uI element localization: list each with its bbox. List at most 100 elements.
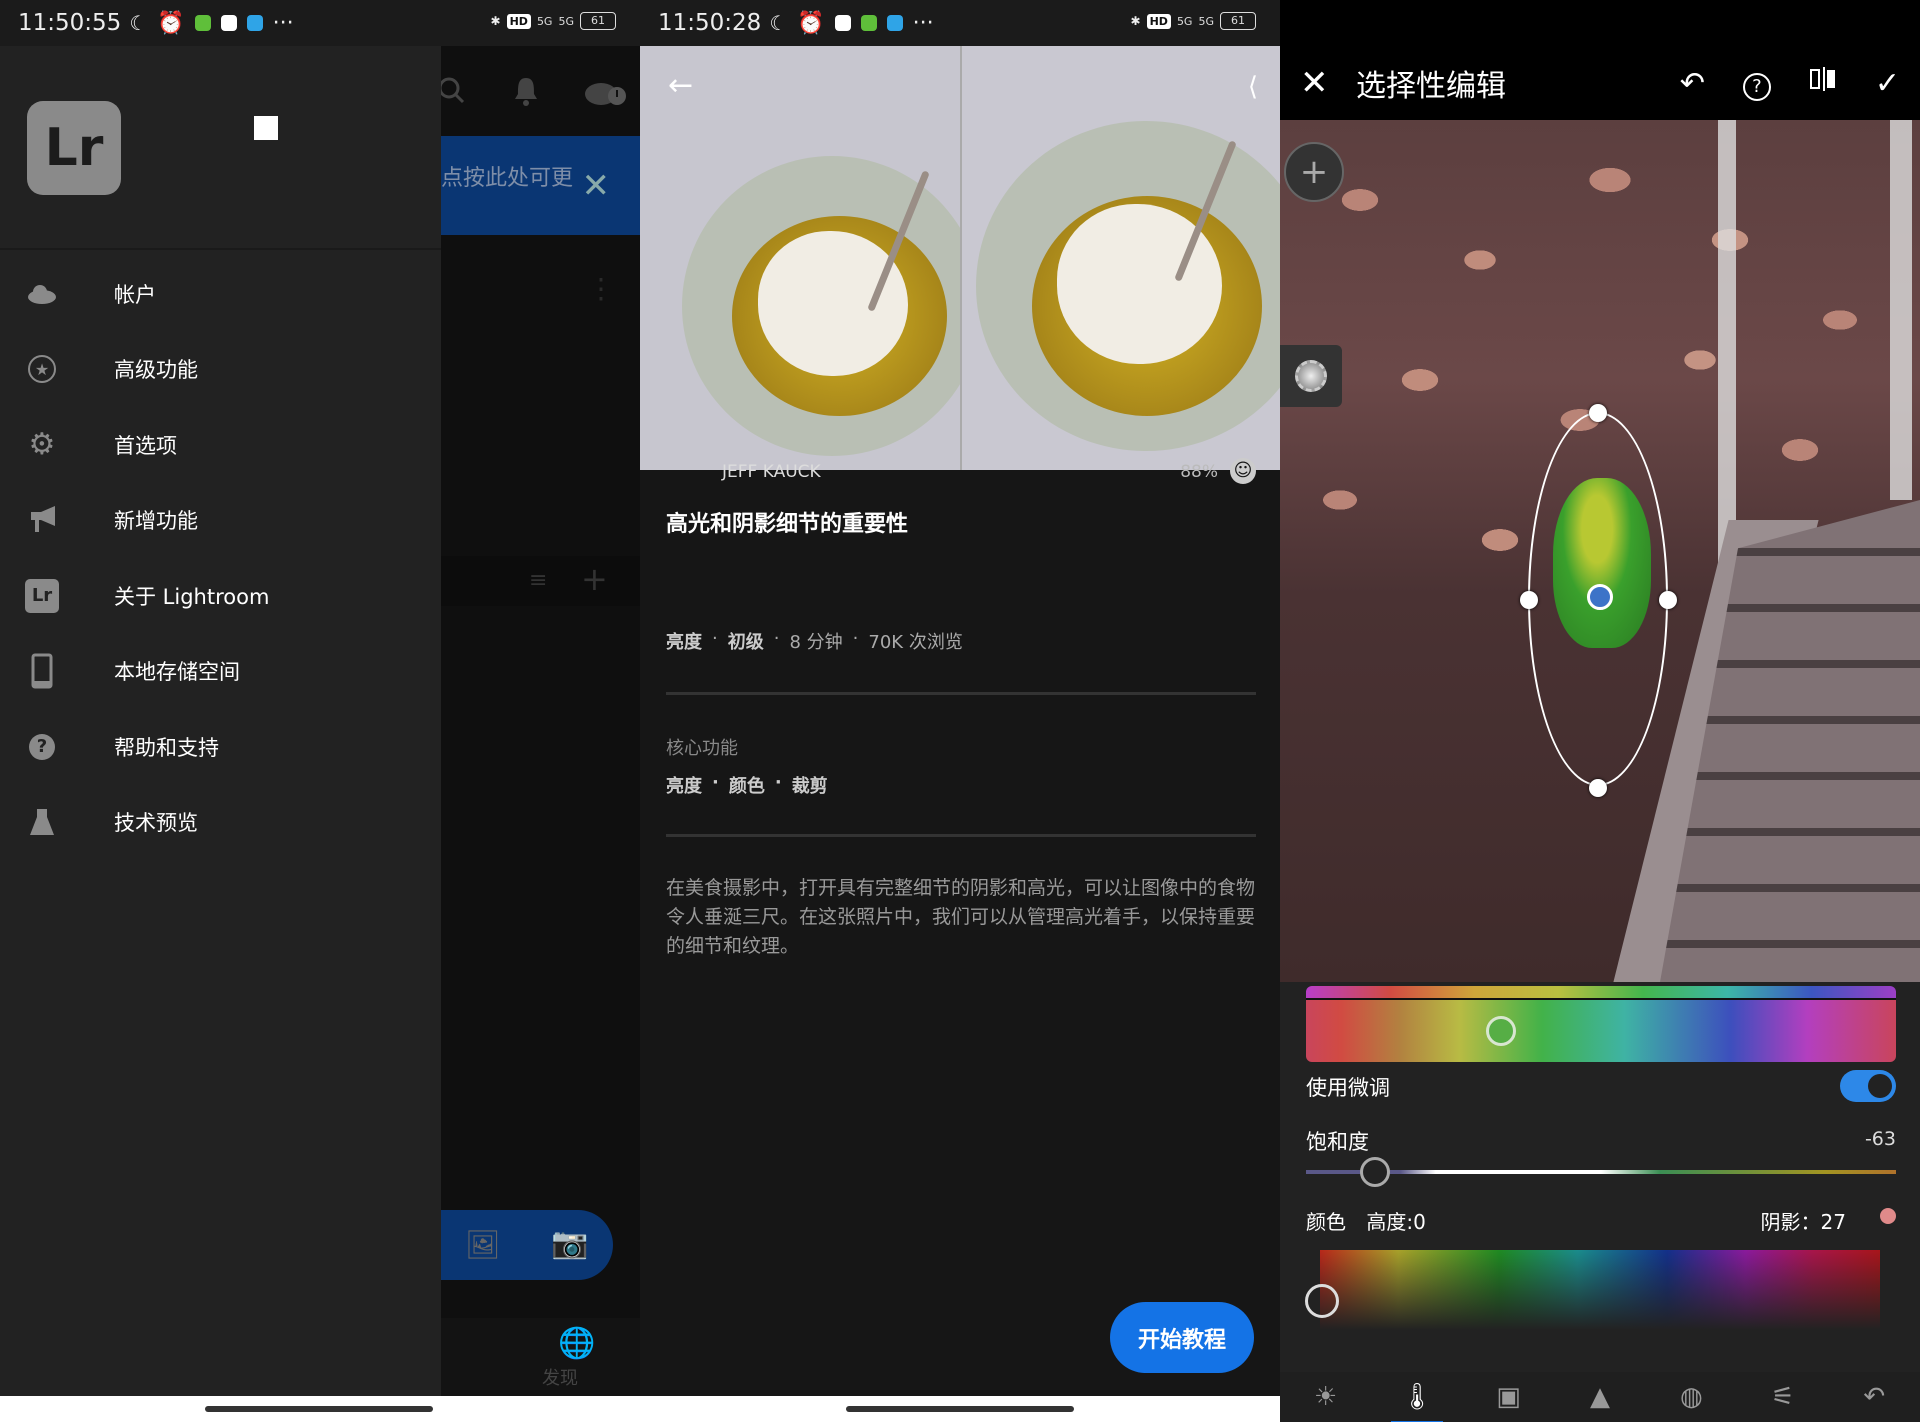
mask-handle-left[interactable] <box>1520 591 1538 609</box>
light-icon[interactable]: ☀ <box>1296 1382 1356 1412</box>
compare-icon[interactable] <box>1809 65 1837 101</box>
color-picker-field[interactable] <box>1320 1250 1880 1330</box>
cloud-alert-icon <box>585 83 626 105</box>
help-icon: ? <box>22 733 62 760</box>
detail-icon[interactable]: ▲ <box>1570 1382 1630 1412</box>
meta-views: 70K 次浏览 <box>868 632 963 653</box>
effects-icon[interactable]: ▣ <box>1479 1382 1539 1412</box>
upgrade-banner[interactable]: 点按此处可更 ✕ <box>441 136 640 235</box>
saturation-slider-thumb[interactable] <box>1360 1157 1391 1187</box>
avatar[interactable] <box>254 116 278 140</box>
radial-mask-button[interactable] <box>1280 345 1342 407</box>
tutorial-title: 高光和阴影细节的重要性 <box>666 512 909 537</box>
burrata <box>758 231 908 376</box>
svg-text:★: ★ <box>35 360 49 379</box>
status-bar <box>1280 0 1920 46</box>
saturation-value: -63 <box>1864 1128 1896 1150</box>
menu-item-tech-preview[interactable]: 技术预览 <box>0 785 441 861</box>
hue-slider-thumb[interactable] <box>1485 1016 1516 1046</box>
checkmark-icon[interactable]: ✓ <box>1875 66 1900 101</box>
close-icon[interactable]: ✕ <box>1300 63 1340 103</box>
mask-center-pin[interactable] <box>1587 584 1613 610</box>
back-arrow-icon[interactable]: ← <box>668 68 693 103</box>
before-after-image: ← ⟨ <box>640 46 1280 470</box>
more-notifications-icon: ··· <box>272 10 294 36</box>
mask-handle-right[interactable] <box>1659 591 1677 609</box>
separator-dot: · <box>773 628 780 649</box>
saturation-slider[interactable] <box>1306 1170 1896 1174</box>
menu-label: 首选项 <box>114 433 177 458</box>
bluetooth-icon: ✱ <box>490 14 501 28</box>
photo-pillar <box>1890 120 1912 500</box>
core-feature: 裁剪 <box>791 776 828 797</box>
separator-dot: · <box>712 772 719 793</box>
color-picker-thumb[interactable] <box>1305 1284 1339 1318</box>
undo-icon[interactable]: ↶ <box>1680 66 1705 101</box>
download-icon <box>246 15 263 31</box>
menu-label: 新增功能 <box>114 509 198 534</box>
background-screen-scrim[interactable]: 点按此处可更 ✕ ⋮ ≡ + 🖼 📷 🌐 发现 <box>441 46 640 1396</box>
optics-icon[interactable]: ◍ <box>1661 1382 1721 1412</box>
menu-item-premium[interactable]: ★ 高级功能 <box>0 332 441 408</box>
moon-icon: ☾ <box>769 11 788 35</box>
tutorial-description: 在美食摄影中，打开具有完整细节的阴影和高光，可以让图像中的食物令人垂涎三尺。在这… <box>666 877 1256 957</box>
toggle-knob <box>1868 1074 1892 1098</box>
menu-item-help[interactable]: ? 帮助和支持 <box>0 709 441 785</box>
cloud-icon <box>22 284 62 304</box>
menu-label: 本地存储空间 <box>114 660 240 685</box>
color-temperature-icon[interactable]: 🌡 <box>1387 1382 1447 1422</box>
saturation-label: 饱和度 <box>1306 1130 1369 1154</box>
edit-photo[interactable]: + <box>1280 120 1920 982</box>
screen-tutorial: 11:50:28 ☾ ⏰ ··· ✱ HD 5G 5G 61 ← ⟨ JEFF … <box>640 0 1280 1422</box>
presets-icon[interactable]: ⚟ <box>1753 1382 1813 1412</box>
hue-slider[interactable] <box>1306 1000 1896 1062</box>
import-fab[interactable]: 🖼 📷 <box>441 1210 613 1280</box>
share-icon[interactable]: ⟨ <box>1248 72 1258 102</box>
menu-item-preferences[interactable]: ⚙ 首选项 <box>0 407 441 483</box>
core-features-label: 核心功能 <box>666 738 738 759</box>
core-feature: 颜色 <box>728 776 765 797</box>
hd-badge: HD <box>1146 13 1171 29</box>
menu-label: 关于 Lightroom <box>114 584 270 609</box>
signal-icon: 5G <box>536 14 553 28</box>
gesture-bar[interactable] <box>846 1406 1074 1412</box>
menu-item-account[interactable]: 帐户 <box>0 256 441 332</box>
signal-icon-2: 5G <box>558 14 574 28</box>
help-icon[interactable]: ? <box>1742 65 1771 101</box>
meta-level: 初级 <box>727 632 764 653</box>
divider <box>666 692 1256 695</box>
alarm-icon: ⏰ <box>157 10 185 36</box>
menu-item-whats-new[interactable]: 新增功能 <box>0 483 441 559</box>
gesture-bar[interactable] <box>205 1406 433 1412</box>
bell-icon <box>515 78 537 106</box>
download-icon <box>886 15 903 31</box>
use-refine-toggle[interactable] <box>1840 1070 1896 1102</box>
divider <box>666 834 1256 837</box>
drawer-header: Lr <box>0 46 441 250</box>
phone-icon <box>22 653 62 689</box>
more-notifications-icon: ··· <box>912 10 934 36</box>
battery-indicator: 61 <box>1220 12 1256 30</box>
lightroom-logo: Lr <box>27 101 121 195</box>
add-photo-icon: 🖼 <box>465 1228 501 1261</box>
before-image <box>640 46 982 470</box>
alarm-icon: ⏰ <box>797 10 825 36</box>
reset-icon[interactable]: ↶ <box>1844 1382 1904 1412</box>
signal-icon-2: 5G <box>1198 14 1214 28</box>
toolbar-title: 选择性编辑 <box>1356 69 1506 104</box>
start-tutorial-button[interactable]: 开始教程 <box>1110 1302 1254 1373</box>
menu-item-local-storage[interactable]: 本地存储空间 <box>0 634 441 710</box>
separator-dot: · <box>774 772 782 793</box>
close-icon[interactable]: ✕ <box>582 166 611 206</box>
mask-handle-top[interactable] <box>1589 404 1607 422</box>
color-info-row: 颜色 高度:0 阴影：27 <box>1306 1206 1896 1235</box>
bluetooth-icon: ✱ <box>1130 14 1141 28</box>
separator-dot: · <box>712 628 718 649</box>
menu-label: 技术预览 <box>114 811 198 836</box>
radial-gradient-icon <box>1295 360 1327 392</box>
meta-duration: 8 分钟 <box>789 632 843 653</box>
add-icon: + <box>581 560 608 598</box>
mask-handle-bottom[interactable] <box>1589 779 1607 797</box>
add-mask-button[interactable]: + <box>1284 142 1344 202</box>
menu-item-about[interactable]: Lr 关于 Lightroom <box>0 558 441 634</box>
